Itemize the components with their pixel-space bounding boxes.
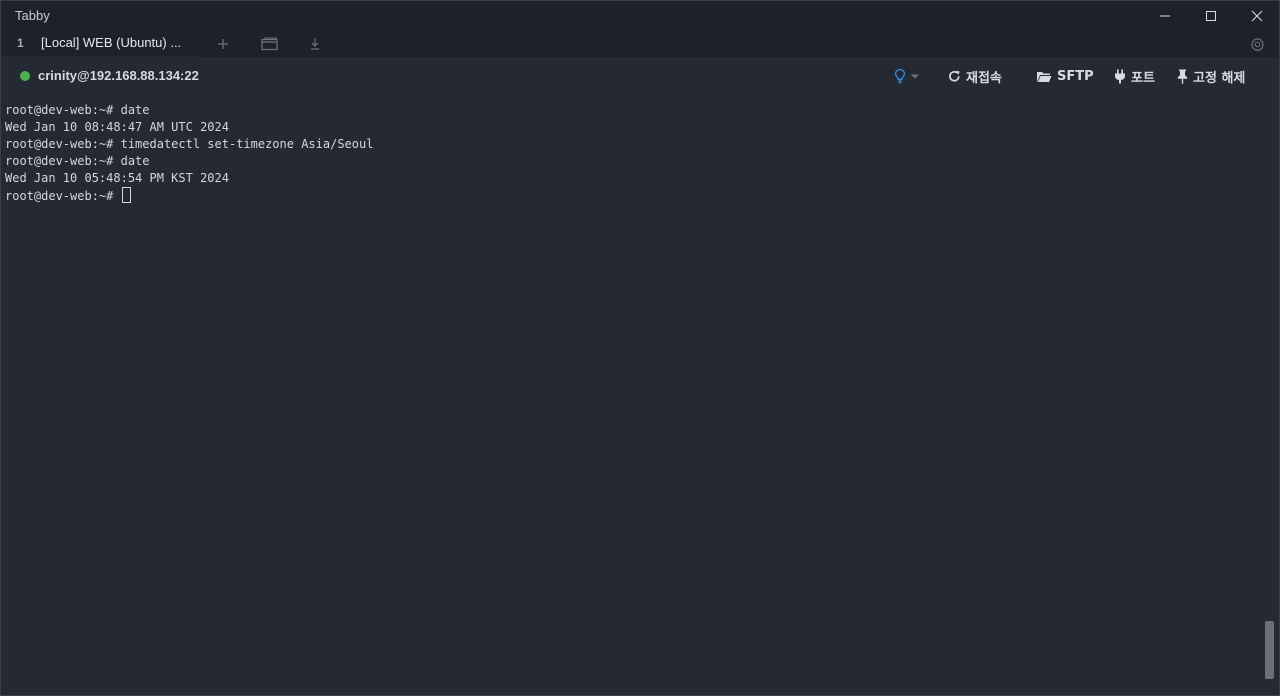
terminal-line: root@dev-web:~# date (5, 103, 150, 117)
close-button[interactable] (1234, 1, 1279, 31)
settings-button[interactable] (1248, 35, 1266, 53)
pin-icon (1177, 69, 1188, 84)
terminal-prompt-line: root@dev-web:~# (5, 187, 131, 204)
sftp-label: SFTP (1057, 68, 1094, 84)
hint-dropdown[interactable] (894, 66, 919, 86)
plug-icon (1115, 69, 1125, 83)
folder-icon (1037, 71, 1052, 82)
minimize-button[interactable] (1142, 1, 1188, 31)
terminal-cursor (121, 187, 131, 203)
connection-host: crinity@192.168.88.134:22 (38, 68, 199, 83)
app-title: Tabby (15, 8, 50, 23)
download-icon (311, 38, 319, 50)
ports-button[interactable]: 포트 (1114, 66, 1155, 86)
connection-toolbar: crinity@192.168.88.134:22 재접속 SFTP 포트 고정… (1, 57, 1279, 95)
window-icon (260, 37, 278, 51)
tab-bar: 1 [Local] WEB (Ubuntu) ... (1, 31, 1279, 57)
unpin-label: 고정 해제 (1193, 70, 1246, 86)
title-bar: Tabby (1, 1, 1279, 31)
terminal-line: Wed Jan 10 08:48:47 AM UTC 2024 (5, 120, 229, 134)
terminal-line: root@dev-web:~# date (5, 154, 150, 168)
reconnect-label: 재접속 (966, 70, 1002, 86)
maximize-button[interactable] (1188, 1, 1234, 31)
minimize-icon (1160, 15, 1170, 17)
ports-label: 포트 (1131, 70, 1155, 86)
tabby-window: Tabby 1 [Local] WEB (Ubuntu) ... crinity… (0, 0, 1280, 696)
terminal-line: root@dev-web:~# timedatectl set-timezone… (5, 137, 374, 151)
plus-icon (218, 39, 228, 49)
chevron-down-icon (911, 74, 919, 79)
tab-local-web[interactable]: 1 [Local] WEB (Ubuntu) ... (1, 31, 199, 57)
transfers-button[interactable] (306, 35, 324, 53)
terminal-prompt: root@dev-web:~# (5, 189, 121, 203)
refresh-icon (949, 70, 960, 82)
connection-status-indicator (20, 71, 30, 81)
reconnect-button[interactable]: 재접속 (948, 66, 1002, 86)
terminal-scrollbar[interactable] (1265, 621, 1274, 679)
terminal-output[interactable]: root@dev-web:~# date Wed Jan 10 08:48:47… (1, 101, 1263, 695)
sftp-button[interactable]: SFTP (1036, 66, 1094, 86)
terminal-line: Wed Jan 10 05:48:54 PM KST 2024 (5, 171, 229, 185)
tab-label: [Local] WEB (Ubuntu) ... (41, 35, 182, 50)
gear-icon (1250, 36, 1264, 52)
tab-index: 1 (17, 36, 24, 50)
new-tab-button[interactable] (214, 35, 232, 53)
lightbulb-icon (894, 68, 906, 84)
maximize-icon (1206, 11, 1216, 21)
profiles-button[interactable] (260, 35, 278, 53)
close-icon (1251, 10, 1263, 22)
unpin-button[interactable]: 고정 해제 (1177, 66, 1245, 86)
